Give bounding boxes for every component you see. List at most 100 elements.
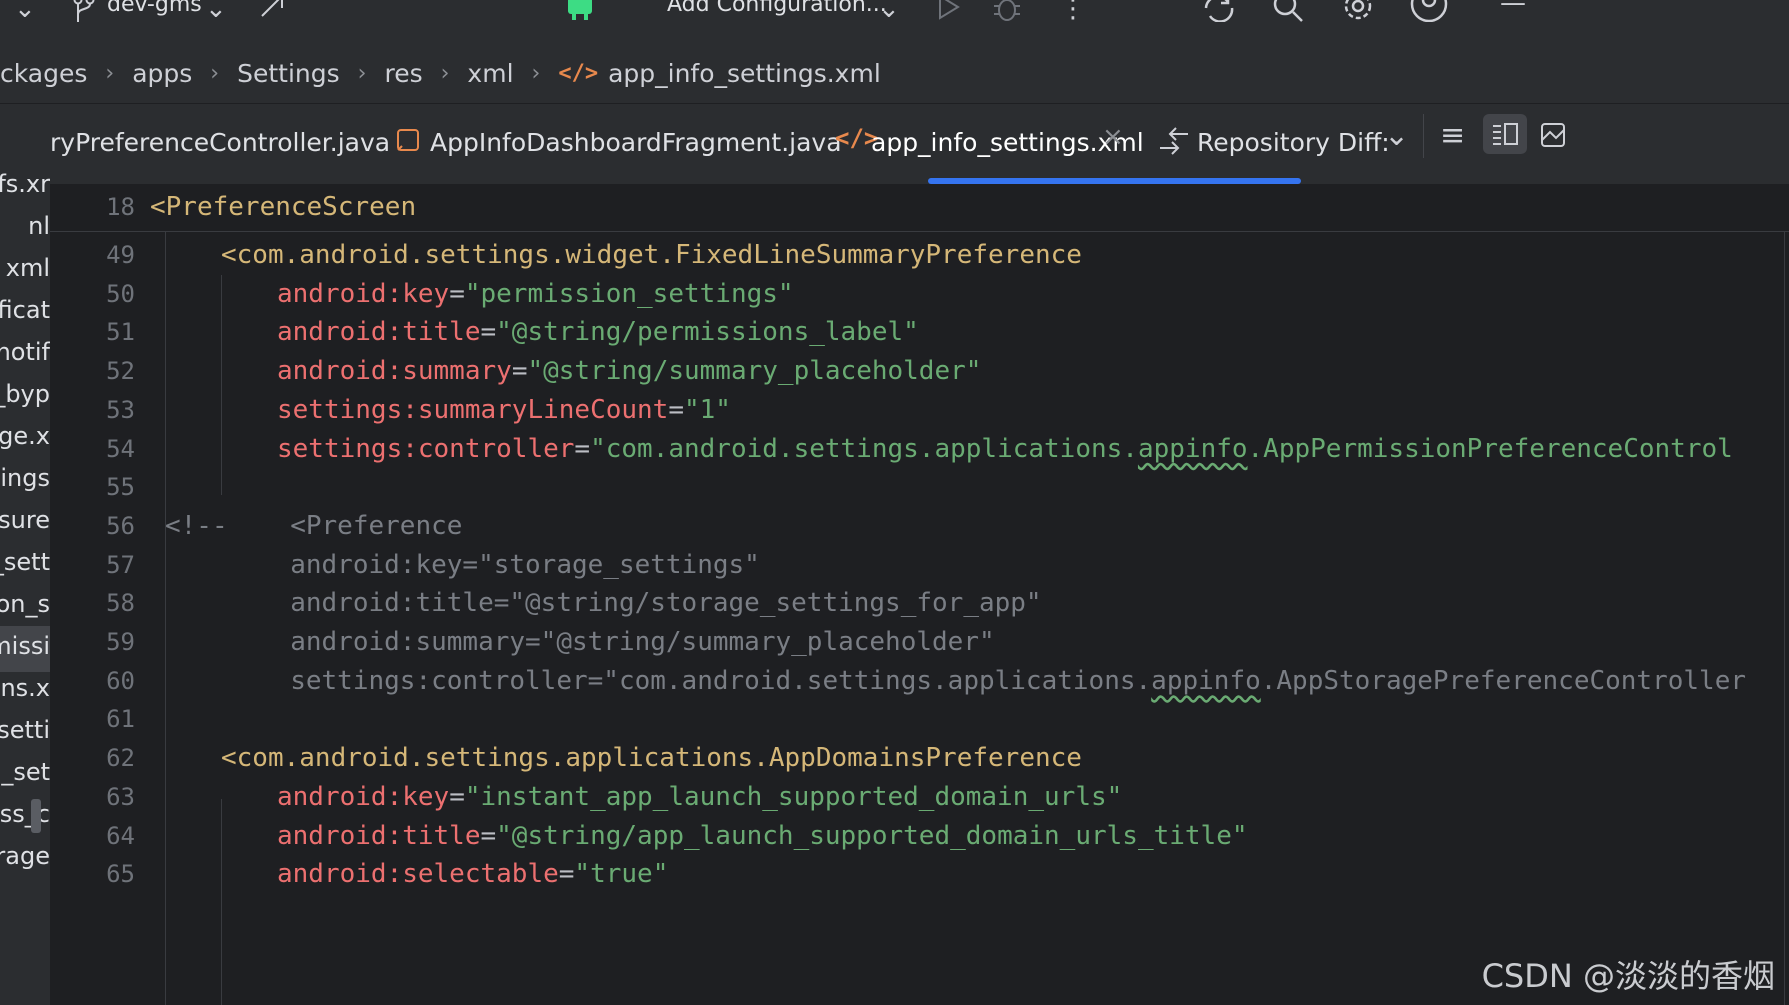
commit-arrow-icon[interactable] xyxy=(258,0,286,25)
breadcrumb-current-file[interactable]: app_info_settings.xml xyxy=(608,59,881,88)
branch-name[interactable]: dev-gms xyxy=(107,0,202,17)
close-tab-icon[interactable]: × xyxy=(1102,122,1124,152)
code-text-area[interactable]: <com.android.settings.widget.FixedLineSu… xyxy=(165,185,1789,1005)
search-icon[interactable] xyxy=(1272,0,1304,29)
chevron-right-icon: › xyxy=(440,61,450,86)
equals-sign: = xyxy=(449,278,465,309)
code-line: android:key="storage_settings" xyxy=(165,549,760,580)
sync-icon[interactable] xyxy=(1202,0,1236,29)
debug-icon[interactable] xyxy=(992,0,1022,29)
code-view-icon[interactable]: ≡ xyxy=(1440,118,1465,153)
chevron-right-icon: › xyxy=(357,61,367,86)
breadcrumb-item[interactable]: xml xyxy=(467,59,513,88)
project-tree-item[interactable]: tings xyxy=(0,464,50,492)
run-configuration-dropdown[interactable]: Add Configuration... xyxy=(667,0,887,17)
tab-repository-diff[interactable]: Repository Diff: xyxy=(1197,128,1390,157)
tab-appinfo-dashboard-fragment[interactable]: AppInfoDashboardFragment.java xyxy=(430,128,842,157)
more-icon[interactable]: ⋮ xyxy=(1060,0,1086,24)
code-line: android:selectable="true" xyxy=(277,852,668,896)
split-view-button[interactable] xyxy=(1483,114,1527,154)
line-number: 61 xyxy=(106,705,135,734)
project-tree-item[interactable]: ons.x xyxy=(0,674,50,702)
gear-icon[interactable] xyxy=(1341,0,1375,29)
android-icon xyxy=(564,0,596,27)
xml-attribute-value: "true" xyxy=(574,859,669,890)
equals-sign: = xyxy=(449,781,465,812)
project-tree-item[interactable]: e_set xyxy=(0,758,50,786)
main-toolbar: ⌄ dev-gms ⌄ Add Configuration... ⌄ ⋮ — xyxy=(0,0,1789,45)
chevron-down-icon[interactable]: ⌄ xyxy=(14,0,36,24)
line-number: 51 xyxy=(106,318,135,347)
equals-sign: = xyxy=(574,433,591,464)
line-number: 56 xyxy=(106,511,135,540)
code-line: settings:controller="com.android.setting… xyxy=(165,659,1746,703)
project-panel-scrollbar[interactable] xyxy=(31,799,41,833)
spelling-warning-text: appinfo xyxy=(1151,665,1261,696)
line-number: 58 xyxy=(106,589,135,618)
project-tree-item[interactable]: setti xyxy=(0,716,50,744)
line-number: 18 xyxy=(106,193,135,221)
breadcrumb-item[interactable]: Settings xyxy=(237,59,340,88)
tab-preference-controller[interactable]: ryPreferenceController.java xyxy=(50,128,390,157)
line-number: 57 xyxy=(106,550,135,579)
tab-list-chevron-down-icon[interactable]: ⌄ xyxy=(1384,118,1409,153)
project-tree-item[interactable]: ion_s xyxy=(0,590,50,618)
account-icon[interactable] xyxy=(1410,0,1448,29)
project-tree-item[interactable]: age.x xyxy=(0,422,50,450)
project-tree-item[interactable]: osure xyxy=(0,506,50,534)
design-view-icon[interactable] xyxy=(1540,122,1566,152)
line-number: 53 xyxy=(106,395,135,424)
run-config-chevron-down-icon[interactable]: ⌄ xyxy=(878,0,900,24)
watermark: CSDN @淡淡的香烟 xyxy=(1481,957,1775,995)
chevron-right-icon: › xyxy=(531,61,541,86)
breadcrumb-item[interactable]: res xyxy=(384,59,422,88)
code-line: <com.android.settings.applications.AppDo… xyxy=(221,743,1082,774)
equals-sign: = xyxy=(558,859,575,890)
line-number: 65 xyxy=(106,860,135,889)
sticky-line-code: <PreferenceScreen xyxy=(150,192,417,222)
xml-attribute-value: "@string/summary_placeholder" xyxy=(527,356,982,387)
comment-text: settings:controller="com.android.setting… xyxy=(165,665,1152,696)
line-number: 49 xyxy=(106,241,135,269)
code-editor[interactable]: 18 <PreferenceScreen 49 50 51 52 53 54 55 56 57 5… xyxy=(50,185,1789,1005)
project-tree-item[interactable]: efs.xr xyxy=(0,170,50,198)
code-line: android:summary="@string/summary_placeho… xyxy=(165,627,995,657)
project-tree-item[interactable]: missi xyxy=(0,632,50,660)
breadcrumb-item[interactable]: ckages xyxy=(0,59,87,88)
project-tree-item[interactable]: s_byp xyxy=(0,380,50,408)
project-tree-item[interactable]: ificat xyxy=(0,296,50,324)
code-line: android:key="instant_app_launch_supporte… xyxy=(277,775,1122,819)
breadcrumb: ckages › apps › Settings › res › xml › <… xyxy=(0,44,1789,104)
project-tree-item[interactable]: nl xyxy=(28,212,50,240)
line-number: 54 xyxy=(106,434,135,463)
xml-attribute-name: android:key xyxy=(277,781,450,812)
line-number: 55 xyxy=(106,473,135,502)
editor-tab-bar: ryPreferenceController.java AppInfoDashb… xyxy=(50,104,1789,185)
indent-guide xyxy=(221,799,222,1005)
run-icon[interactable] xyxy=(936,0,962,27)
xml-attribute-value: "instant_app_launch_supported_domain_url… xyxy=(464,781,1123,812)
project-tree-item[interactable]: xml xyxy=(6,254,50,282)
project-tree-item[interactable]: notif xyxy=(0,338,50,366)
xml-attribute-value: .AppPermissionPreferenceControl xyxy=(1247,433,1733,464)
equals-sign: = xyxy=(511,356,528,387)
code-line: <com.android.settings.widget.FixedLineSu… xyxy=(221,240,1082,270)
code-line: android:title="@string/app_launch_suppor… xyxy=(277,814,1248,858)
project-tree-item[interactable]: orage xyxy=(0,842,50,870)
xml-attribute-name: android:summary xyxy=(277,356,512,387)
diff-icon xyxy=(1158,126,1190,160)
project-tree-item[interactable]: _sett xyxy=(0,548,50,576)
branch-chevron-down-icon[interactable]: ⌄ xyxy=(205,0,227,24)
project-tree-item[interactable]: ess_c xyxy=(0,800,50,828)
code-line: settings:summaryLineCount="1" xyxy=(277,388,731,432)
indent-guide xyxy=(221,275,222,495)
line-number: 62 xyxy=(106,744,135,773)
minimize-icon[interactable]: — xyxy=(1500,0,1526,18)
equals-sign: = xyxy=(480,317,497,348)
right-margin-guide xyxy=(1784,231,1785,1005)
line-number: 64 xyxy=(106,821,135,850)
comment-text: .AppStoragePreferenceController xyxy=(1260,665,1747,696)
breadcrumb-item[interactable]: apps xyxy=(132,59,192,88)
java-file-icon xyxy=(396,128,422,158)
xml-attribute-value: "@string/permissions_label" xyxy=(496,317,919,348)
